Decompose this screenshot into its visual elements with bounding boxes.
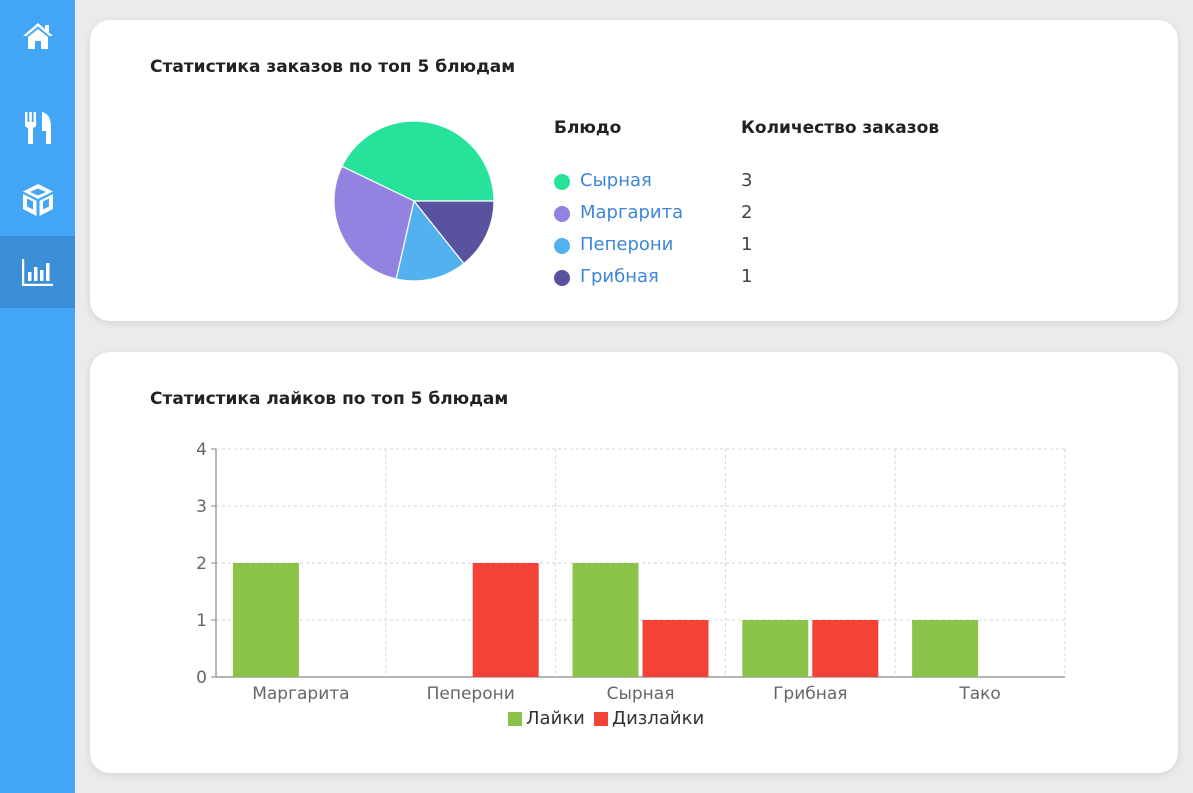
order-count: 1	[741, 266, 753, 287]
home-icon	[22, 23, 53, 49]
series-dot-icon	[554, 206, 570, 222]
fork-knife-icon	[24, 112, 51, 144]
dislikes-bar[interactable]	[812, 620, 879, 677]
orders-stats-card: Статистика заказов по топ 5 блюдам Блюдо…	[90, 20, 1178, 321]
series-dot-icon	[554, 238, 570, 254]
order-count: 1	[741, 234, 753, 255]
dish-link[interactable]: Пеперони	[580, 234, 673, 255]
x-tick-label: Сырная	[607, 684, 675, 704]
y-tick-label: 0	[196, 668, 207, 688]
legend-label[interactable]: Дизлайки	[612, 708, 704, 729]
legend-swatch[interactable]	[594, 712, 608, 726]
likes-bar[interactable]	[572, 563, 639, 677]
dish-link[interactable]: Сырная	[580, 170, 652, 191]
series-dot-icon	[554, 174, 570, 190]
dislikes-bar[interactable]	[472, 563, 539, 677]
nav-home[interactable]	[0, 0, 75, 72]
likes-bar[interactable]	[742, 620, 809, 677]
col-dish-header: Блюдо	[554, 118, 622, 138]
likes-stats-title: Статистика лайков по топ 5 блюдам	[150, 389, 509, 409]
nav-products[interactable]	[0, 164, 75, 236]
likes-bar-chart: 0 1 2 3 4 Маргарита Пеперони Сырная Грибная Тако Л…	[196, 440, 1066, 729]
series-dot-icon	[554, 270, 570, 286]
orders-pie-chart	[333, 120, 495, 282]
legend-label[interactable]: Лайки	[526, 708, 585, 729]
y-tick-label: 3	[196, 497, 207, 517]
likes-bar[interactable]	[232, 563, 299, 677]
x-tick-label: Тако	[958, 684, 1000, 704]
likes-bar[interactable]	[912, 620, 979, 677]
nav-menu[interactable]	[0, 92, 75, 164]
order-count: 2	[741, 202, 753, 223]
orders-stats-title: Статистика заказов по топ 5 блюдам	[150, 57, 516, 77]
y-tick-label: 4	[196, 440, 207, 460]
x-tick-label: Пеперони	[427, 684, 515, 704]
dish-link[interactable]: Грибная	[580, 266, 659, 287]
bar-chart-icon	[21, 259, 53, 286]
y-tick-label: 2	[196, 554, 207, 574]
col-count-header: Количество заказов	[741, 118, 940, 138]
order-count: 3	[741, 170, 753, 191]
box-icon	[22, 184, 53, 216]
likes-stats-card: Статистика лайков по топ 5 блюдам 0 1 2 3 4 М…	[90, 352, 1178, 773]
dislikes-bar[interactable]	[642, 620, 709, 677]
x-tick-label: Грибная	[773, 684, 847, 704]
nav-statistics[interactable]	[0, 236, 75, 308]
sidebar	[0, 0, 75, 793]
legend-swatch[interactable]	[508, 712, 522, 726]
x-tick-label: Маргарита	[252, 684, 349, 704]
dish-link[interactable]: Маргарита	[580, 202, 683, 223]
y-tick-label: 1	[196, 611, 207, 631]
